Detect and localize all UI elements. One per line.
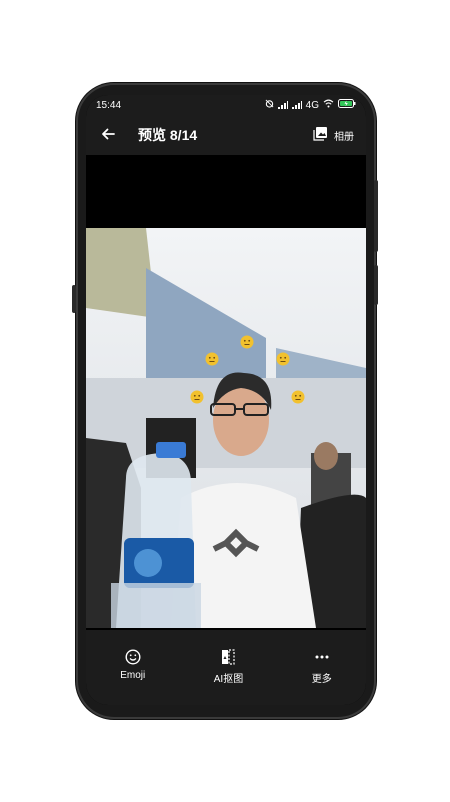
neutral-face-icon[interactable] bbox=[240, 335, 254, 354]
back-button[interactable] bbox=[96, 123, 120, 147]
neutral-face-icon[interactable] bbox=[190, 390, 204, 409]
smiley-icon bbox=[124, 648, 142, 666]
status-bar: 15:44 4G bbox=[86, 95, 366, 115]
arrow-left-icon bbox=[101, 125, 115, 146]
battery-charging-icon bbox=[338, 99, 356, 111]
phone-side-button bbox=[374, 180, 378, 252]
phone-screen: 15:44 4G 预览 8/14 相册 Emoji AI抠图 更多 bbox=[86, 95, 366, 705]
neutral-face-icon[interactable] bbox=[205, 352, 219, 371]
emoji-button[interactable]: Emoji bbox=[120, 648, 145, 681]
gallery-icon bbox=[313, 126, 328, 144]
alarm-icon bbox=[265, 99, 274, 111]
ai-cutout-button[interactable]: AI抠图 bbox=[214, 648, 243, 685]
signal-icon bbox=[291, 101, 302, 109]
wifi-icon bbox=[323, 99, 334, 111]
more-label: 更多 bbox=[311, 674, 332, 685]
network-type: 4G bbox=[305, 99, 319, 111]
status-icons: 4G bbox=[265, 99, 356, 111]
more-button[interactable]: 更多 bbox=[312, 648, 332, 685]
emoji-label: Emoji bbox=[120, 670, 146, 681]
page-title: 预览 8/14 bbox=[138, 127, 198, 143]
bottom-toolbar: Emoji AI抠图 更多 bbox=[86, 630, 366, 705]
signal-icon bbox=[277, 101, 288, 109]
phone-side-button bbox=[374, 265, 378, 305]
more-icon bbox=[313, 648, 331, 666]
top-app-bar: 预览 8/14 相册 bbox=[86, 115, 366, 155]
phone-side-button bbox=[72, 285, 76, 313]
cutout-icon bbox=[219, 648, 237, 666]
neutral-face-icon[interactable] bbox=[276, 352, 290, 371]
ai-cutout-label: AI抠图 bbox=[213, 674, 244, 685]
status-time: 15:44 bbox=[96, 99, 122, 111]
album-button[interactable]: 相册 bbox=[313, 126, 354, 144]
neutral-face-icon[interactable] bbox=[291, 390, 305, 409]
preview-photo[interactable] bbox=[86, 228, 366, 628]
album-label: 相册 bbox=[334, 131, 354, 143]
